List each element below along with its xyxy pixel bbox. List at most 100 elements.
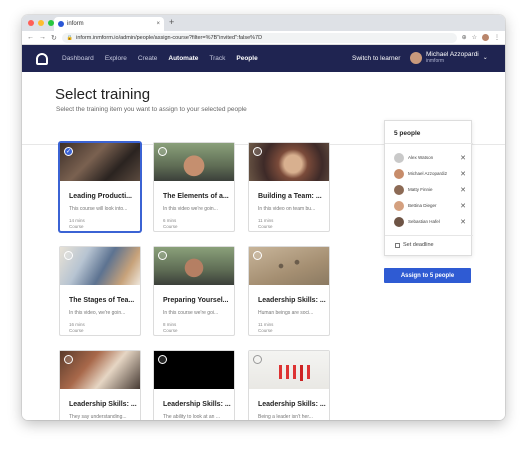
- remove-icon[interactable]: ✕: [460, 186, 466, 194]
- card-type: Course: [163, 328, 178, 333]
- card-thumbnail: [154, 247, 234, 285]
- training-card[interactable]: Leadership Skills: ... The ability to lo…: [153, 350, 235, 420]
- page-subtitle: Select the training item you want to ass…: [56, 106, 247, 113]
- person-name: Alex Watson: [408, 155, 434, 160]
- select-radio[interactable]: [158, 251, 167, 260]
- avatar: [394, 152, 404, 163]
- card-title: Leading Producti...: [69, 193, 133, 200]
- card-description: In this video we're goin...: [163, 206, 218, 212]
- forward-icon[interactable]: →: [39, 34, 46, 41]
- home-logo-icon[interactable]: [36, 52, 48, 65]
- tab-bar: inform × +: [22, 15, 505, 31]
- new-tab-button[interactable]: +: [169, 17, 174, 27]
- menu-icon[interactable]: ⋮: [494, 34, 500, 41]
- app-navbar: Dashboard Explore Create Automate Track …: [22, 45, 505, 72]
- person-row: Sebastian Hafel ✕: [394, 216, 466, 227]
- card-title: Preparing Yoursel...: [163, 297, 229, 304]
- checkbox-icon[interactable]: [395, 242, 400, 248]
- cast-icon[interactable]: ⊕: [462, 34, 467, 41]
- nav-automate[interactable]: Automate: [168, 55, 198, 62]
- minimize-window-button[interactable]: [38, 20, 44, 26]
- bookmark-star-icon[interactable]: ☆: [472, 34, 477, 41]
- card-description: Being a leader isn't her...: [258, 414, 313, 420]
- nav-explore[interactable]: Explore: [105, 55, 127, 62]
- red-figures-image: [279, 365, 310, 381]
- browser-window: inform × + ← → ↻ 🔒 inform.inmform.io/adm…: [22, 15, 505, 420]
- tab-title: inform: [67, 21, 84, 27]
- card-description: Human beings are soci...: [258, 310, 314, 316]
- card-title: The Stages of Tea...: [69, 297, 135, 304]
- nav-track[interactable]: Track: [209, 55, 225, 62]
- person-name: Matty Finnie: [408, 187, 433, 192]
- person-name: Michael Azzopardi2: [408, 171, 448, 176]
- back-icon[interactable]: ←: [27, 34, 34, 41]
- card-thumbnail: [154, 351, 234, 389]
- nav-create[interactable]: Create: [138, 55, 158, 62]
- training-card[interactable]: Preparing Yoursel... In this course we'r…: [153, 246, 235, 336]
- switch-to-learner-link[interactable]: Switch to learner: [352, 55, 400, 62]
- set-deadline-checkbox[interactable]: Set deadline: [395, 242, 434, 248]
- card-title: Leadership Skills: ...: [69, 401, 137, 408]
- card-title: The Elements of a...: [163, 193, 229, 200]
- select-radio[interactable]: [253, 355, 262, 364]
- card-thumbnail: [249, 351, 329, 389]
- card-type: Course: [258, 328, 273, 333]
- card-description: They say understanding...: [69, 414, 127, 420]
- reload-icon[interactable]: ↻: [51, 34, 57, 42]
- remove-icon[interactable]: ✕: [460, 154, 466, 162]
- card-title: Leadership Skills: ...: [258, 297, 326, 304]
- select-radio[interactable]: [158, 147, 167, 156]
- window-controls: [28, 20, 54, 26]
- card-thumbnail: ✓: [60, 143, 140, 181]
- person-row: Michael Azzopardi2 ✕: [394, 168, 466, 179]
- lock-icon: 🔒: [66, 34, 74, 41]
- person-name: Bettina Dieger: [408, 203, 437, 208]
- training-card[interactable]: Building a Team: ... In this video on te…: [248, 142, 330, 232]
- card-description: This course will look into...: [69, 206, 128, 212]
- close-tab-icon[interactable]: ×: [156, 21, 160, 27]
- card-title: Leadership Skills: ...: [163, 401, 231, 408]
- user-menu[interactable]: Michael Azzopardi inmform ⌄: [410, 51, 488, 64]
- avatar: [394, 216, 404, 227]
- card-type: Course: [69, 328, 84, 333]
- remove-icon[interactable]: ✕: [460, 218, 466, 226]
- select-radio[interactable]: [64, 355, 73, 364]
- url-field[interactable]: 🔒 inform.inmform.io/admin/people/assign-…: [61, 32, 457, 43]
- person-name: Sebastian Hafel: [408, 219, 440, 224]
- address-bar-row: ← → ↻ 🔒 inform.inmform.io/admin/people/a…: [22, 31, 505, 45]
- training-card[interactable]: The Stages of Tea... In this video, we'r…: [59, 246, 141, 336]
- training-card[interactable]: The Elements of a... In this video we're…: [153, 142, 235, 232]
- training-card[interactable]: Leadership Skills: ... They say understa…: [59, 350, 141, 420]
- remove-icon[interactable]: ✕: [460, 170, 466, 178]
- training-card[interactable]: ✓ Leading Producti... This course will l…: [59, 142, 141, 232]
- deadline-label: Set deadline: [403, 242, 434, 248]
- close-window-button[interactable]: [28, 20, 34, 26]
- page-title: Select training: [55, 86, 151, 103]
- card-meta: 16 mins Course: [69, 322, 140, 334]
- card-type: Course: [258, 224, 273, 229]
- select-radio[interactable]: [158, 355, 167, 364]
- browser-tab[interactable]: inform ×: [54, 17, 164, 31]
- nav-people[interactable]: People: [236, 55, 257, 62]
- avatar: [394, 168, 404, 179]
- assign-button[interactable]: Assign to 5 people: [384, 268, 471, 283]
- main-content: Select training Select the training item…: [22, 72, 505, 420]
- remove-icon[interactable]: ✕: [460, 202, 466, 210]
- selected-people-panel: 5 people Alex Watson ✕ Michael Azzopardi…: [384, 120, 473, 256]
- divider: [385, 235, 473, 236]
- select-radio[interactable]: [253, 251, 262, 260]
- nav-dashboard[interactable]: Dashboard: [62, 55, 94, 62]
- divider: [385, 143, 473, 144]
- person-row: Matty Finnie ✕: [394, 184, 466, 195]
- card-meta: 11 mins Course: [258, 322, 329, 334]
- training-card[interactable]: Leadership Skills: ... Being a leader is…: [248, 350, 330, 420]
- card-title: Building a Team: ...: [258, 193, 322, 200]
- card-description: The ability to look at an ...: [163, 414, 220, 420]
- selected-radio-icon[interactable]: ✓: [64, 147, 73, 156]
- select-radio[interactable]: [64, 251, 73, 260]
- url-text: inform.inmform.io/admin/people/assign-co…: [76, 34, 263, 41]
- select-radio[interactable]: [253, 147, 262, 156]
- card-type: Course: [163, 224, 178, 229]
- profile-avatar[interactable]: [482, 34, 489, 41]
- training-card[interactable]: Leadership Skills: ... Human beings are …: [248, 246, 330, 336]
